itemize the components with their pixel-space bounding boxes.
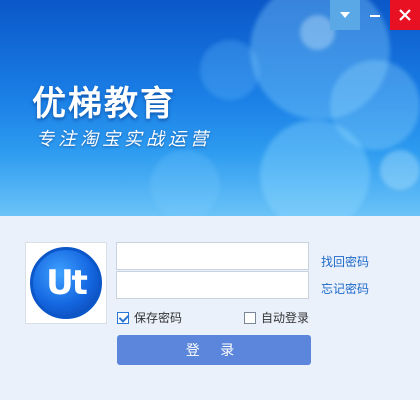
password-field-wrap (116, 271, 309, 299)
minimize-button[interactable] (360, 0, 390, 30)
login-button[interactable]: 登 录 (117, 335, 311, 365)
close-button[interactable] (390, 0, 420, 30)
forgot-password-link[interactable]: 忘记密码 (321, 280, 369, 297)
password-input[interactable] (117, 272, 308, 298)
find-account-link[interactable]: 找回密码 (321, 253, 369, 270)
checkbox-unchecked-icon[interactable] (244, 311, 256, 324)
checkbox-checked-icon[interactable] (117, 311, 129, 324)
menu-dropdown-button[interactable] (330, 0, 360, 30)
bokeh-light (200, 40, 260, 100)
logo-text: Ut (46, 263, 88, 303)
username-input[interactable] (117, 243, 308, 269)
login-window: 优梯教育 专注淘宝实战运营 Ut 找回密码 忘记密码 保存密码 自动登录 登 录 (0, 0, 420, 400)
auto-login-label: 自动登录 (261, 311, 310, 325)
brand-slogan: 专注淘宝实战运营 (36, 129, 212, 150)
avatar: Ut (25, 242, 107, 324)
banner: 优梯教育 专注淘宝实战运营 (0, 0, 420, 216)
username-field-wrap (116, 242, 309, 270)
chevron-down-icon (340, 12, 350, 18)
brand-title: 优梯教育 (32, 84, 176, 124)
save-password-checkbox[interactable]: 保存密码 (117, 309, 182, 326)
minimize-icon (370, 15, 380, 17)
ut-logo-icon: Ut (30, 247, 102, 319)
bokeh-light (380, 150, 420, 190)
save-password-label: 保存密码 (134, 311, 183, 325)
bokeh-light (150, 150, 220, 216)
close-icon (399, 9, 411, 21)
auto-login-checkbox[interactable]: 自动登录 (244, 309, 309, 326)
